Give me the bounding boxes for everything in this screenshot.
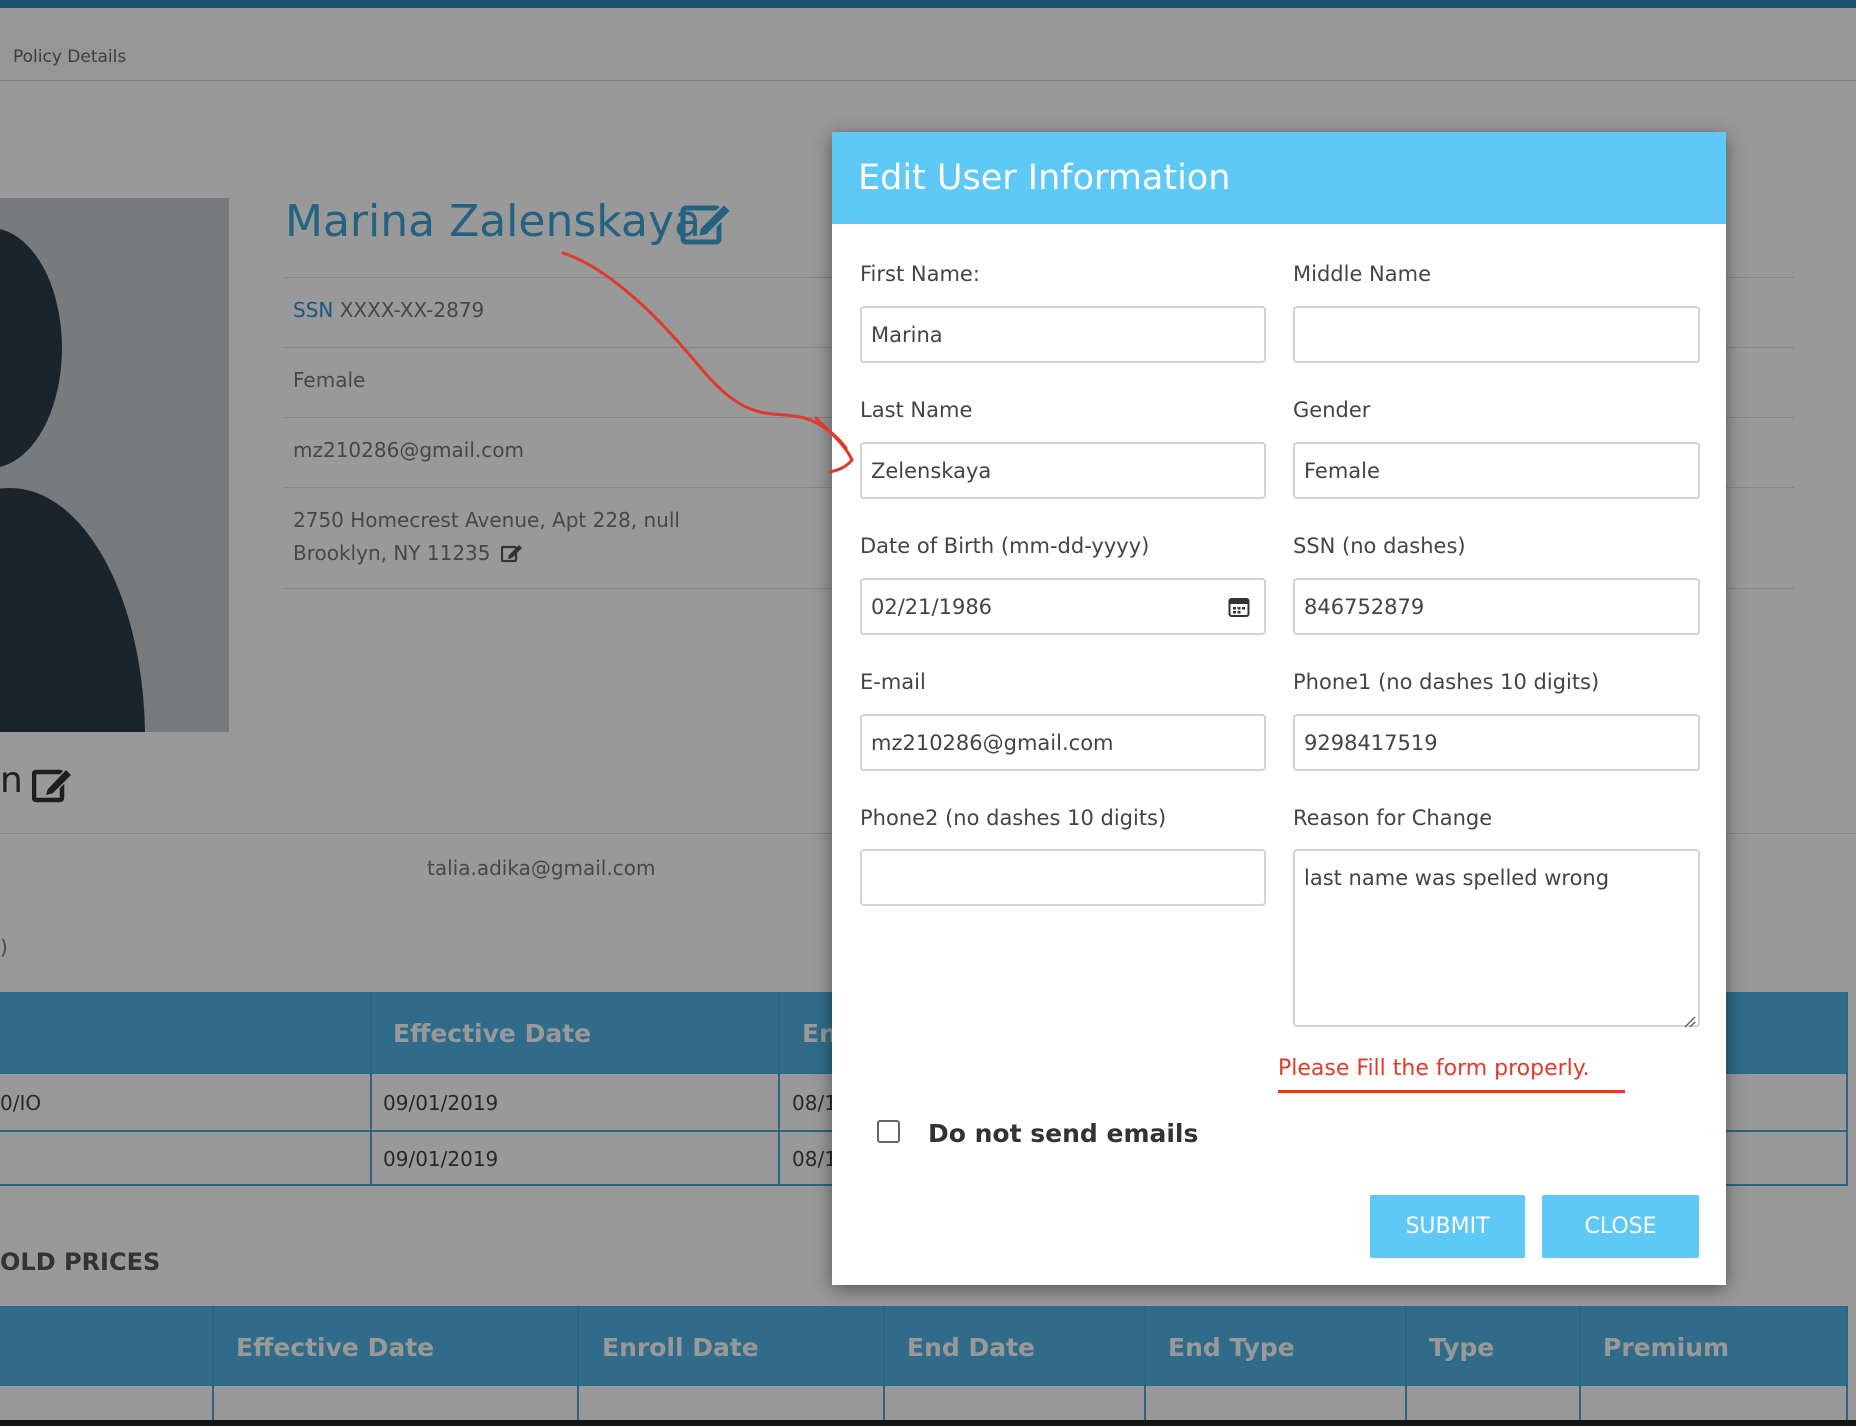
annotation-arrow	[561, 251, 854, 474]
